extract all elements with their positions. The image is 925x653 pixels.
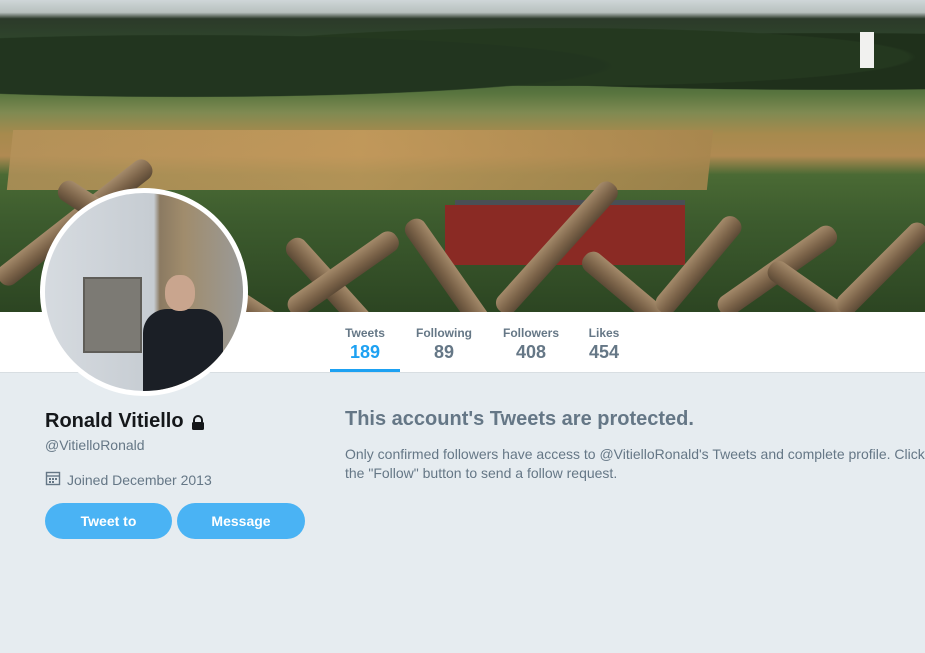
calendar-icon xyxy=(45,470,61,489)
avatar-photo xyxy=(45,193,243,391)
profile-handle[interactable]: @VitielloRonald xyxy=(45,437,145,453)
message-button[interactable]: Message xyxy=(177,503,305,539)
profile-avatar[interactable] xyxy=(40,188,248,396)
lock-icon xyxy=(190,414,206,430)
nav-tweets-label: Tweets xyxy=(345,326,385,340)
profile-name[interactable]: Ronald Vitiello xyxy=(45,410,184,433)
nav-following-label: Following xyxy=(416,326,472,340)
nav-followers-label: Followers xyxy=(502,326,559,340)
nav-likes-count: 454 xyxy=(588,342,620,362)
banner-fence-log xyxy=(832,218,925,312)
protected-notice-title: This account's Tweets are protected. xyxy=(345,408,694,430)
avatar-person xyxy=(135,275,233,391)
avatar-plaque xyxy=(83,277,142,353)
nav-following[interactable]: Following 89 xyxy=(408,312,480,372)
nav-following-count: 89 xyxy=(433,342,455,362)
profile-name-row: Ronald Vitiello xyxy=(45,410,206,433)
nav-likes-label: Likes xyxy=(588,326,620,340)
banner-treeline xyxy=(0,12,925,102)
nav-tweets[interactable]: Tweets 189 xyxy=(330,312,400,372)
protected-notice-body: Only confirmed followers have access to … xyxy=(345,446,925,481)
joined-date-row: Joined December 2013 xyxy=(45,470,212,489)
nav-tweets-count: 189 xyxy=(349,342,381,362)
banner-church xyxy=(860,32,874,68)
tweet-to-button[interactable]: Tweet to xyxy=(45,503,172,539)
nav-followers[interactable]: Followers 408 xyxy=(496,312,566,372)
nav-likes[interactable]: Likes 454 xyxy=(578,312,630,372)
joined-date: Joined December 2013 xyxy=(67,471,212,488)
nav-followers-count: 408 xyxy=(515,342,547,362)
